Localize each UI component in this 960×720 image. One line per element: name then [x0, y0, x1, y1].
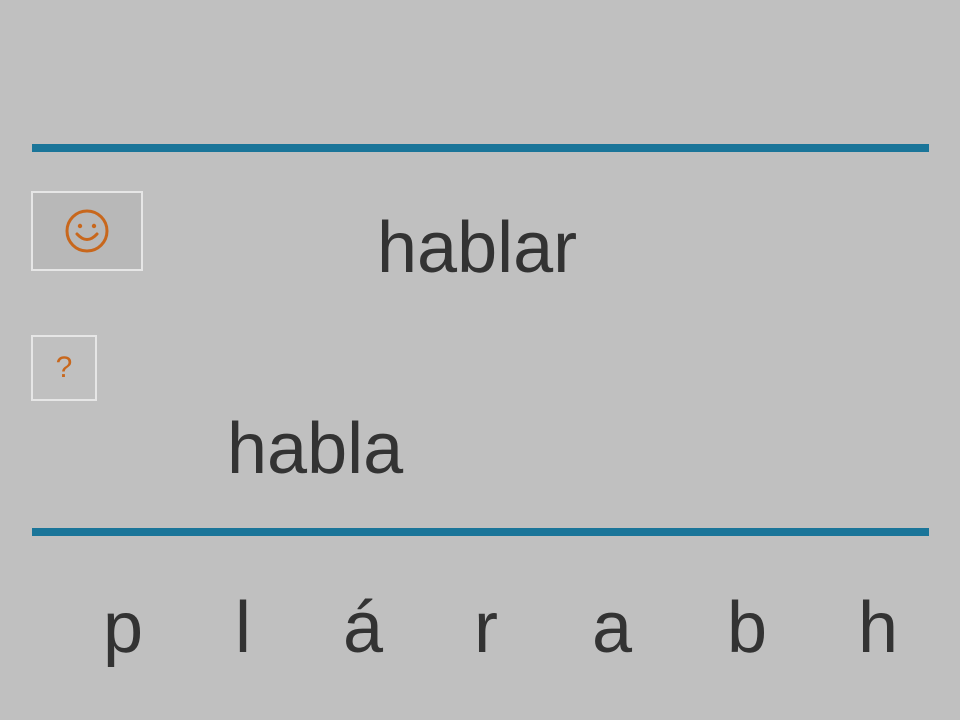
hint-label: ? [55, 351, 73, 384]
smiley-face-icon [65, 209, 109, 253]
bottom-divider [32, 528, 929, 536]
top-divider [32, 144, 929, 152]
letter-choices: p l á r a b h [0, 592, 960, 672]
letter-tile[interactable]: p [93, 592, 153, 664]
attempt-word: habla [227, 409, 404, 489]
letter-tile[interactable]: a [582, 592, 642, 664]
letter-tile[interactable]: á [333, 592, 393, 664]
hint-button[interactable]: ? [31, 335, 97, 401]
target-word: hablar [377, 208, 578, 288]
feedback-button[interactable] [31, 191, 143, 271]
letter-tile[interactable]: b [717, 592, 777, 664]
letter-tile[interactable]: l [213, 592, 273, 664]
letter-tile[interactable]: r [456, 592, 516, 664]
letter-tile[interactable]: h [848, 592, 908, 664]
